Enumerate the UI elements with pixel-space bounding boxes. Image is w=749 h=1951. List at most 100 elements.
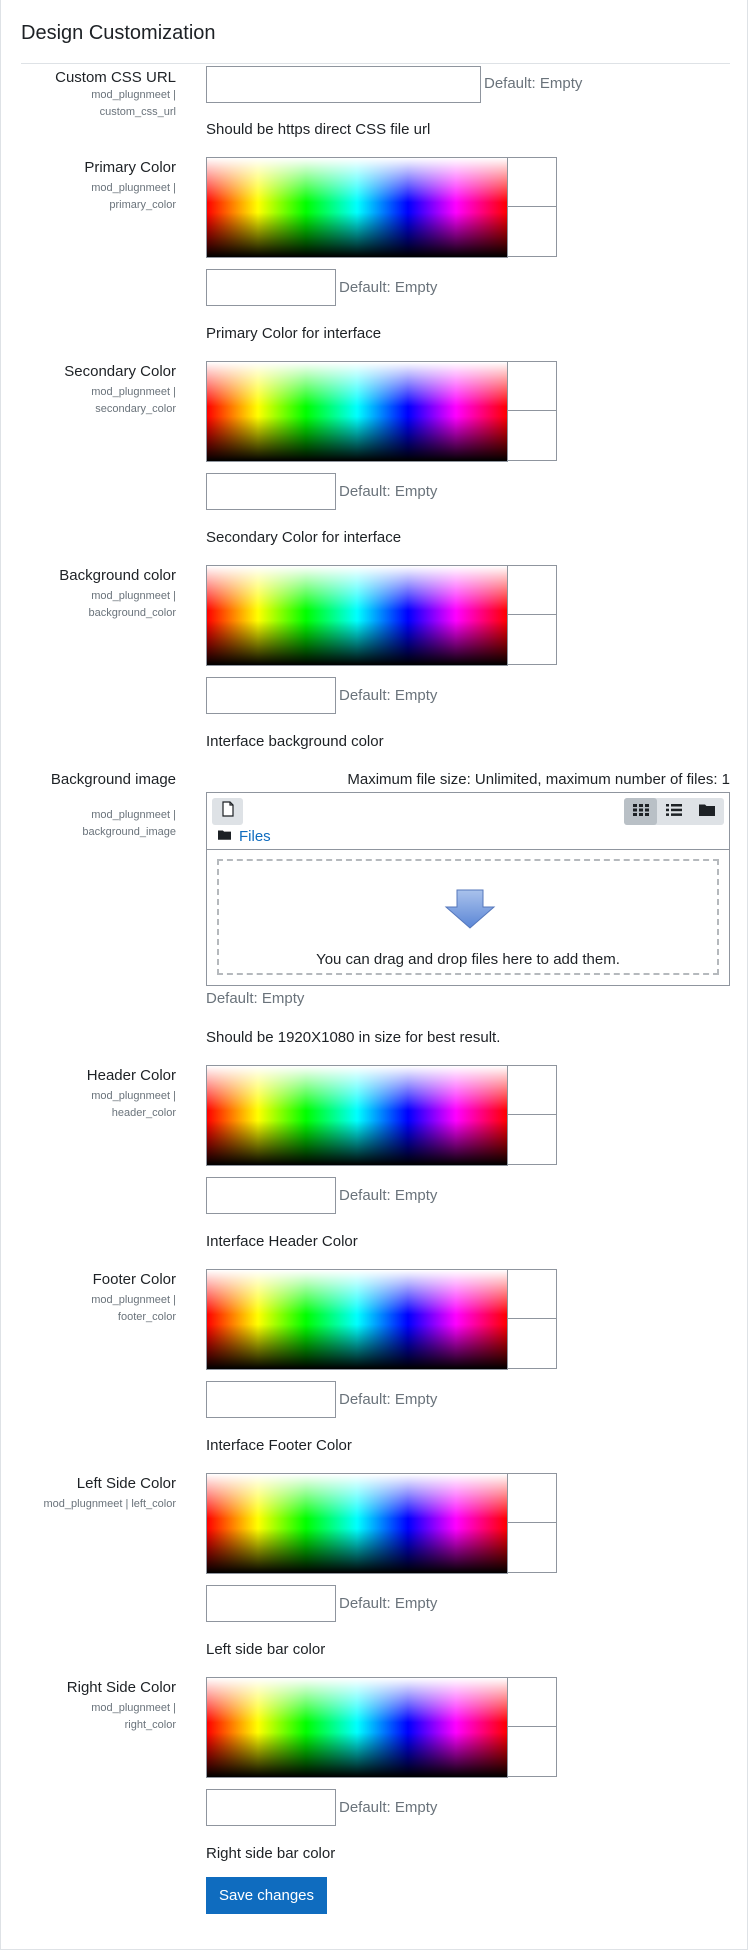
header-color-current — [507, 1115, 557, 1165]
footer-color-setting-plugin: mod_plugnmeet | — [91, 1294, 176, 1306]
custom-css-setting-key: custom_css_url — [99, 106, 176, 118]
primary-color-label: Primary Color — [84, 159, 176, 176]
secondary-color-description: Secondary Color for interface — [206, 529, 402, 546]
left-color-default: Default: Empty — [339, 1595, 438, 1612]
background-color-setting-key: background_color — [88, 607, 176, 619]
left-color-setting-key: mod_plugnmeet | left_color — [43, 1498, 177, 1510]
left-color-label: Left Side Color — [76, 1475, 176, 1492]
left-color-preview — [507, 1473, 557, 1523]
grid-view-button[interactable] — [624, 798, 657, 825]
footer-color-label: Footer Color — [92, 1271, 176, 1288]
right-color-default: Default: Empty — [339, 1799, 438, 1816]
header-color-setting-plugin: mod_plugnmeet | — [91, 1090, 176, 1102]
footer-color-setting-key: footer_color — [117, 1311, 176, 1323]
background-image-setting-plugin: mod_plugnmeet | — [91, 809, 176, 821]
header-color-description: Interface Header Color — [206, 1233, 358, 1250]
save-changes-button[interactable]: Save changes — [206, 1877, 327, 1914]
folder-icon — [698, 803, 715, 821]
header-color-setting-key: header_color — [111, 1107, 176, 1119]
footer-color-default: Default: Empty — [339, 1391, 438, 1408]
secondary-color-current — [507, 411, 557, 461]
folder-path: Files — [218, 827, 271, 845]
background-color-picker[interactable] — [206, 565, 508, 666]
color-spectrum[interactable] — [207, 158, 507, 257]
section-divider — [21, 63, 730, 64]
primary-color-input[interactable] — [206, 269, 336, 306]
background-color-description: Interface background color — [206, 733, 384, 750]
footer-color-current — [507, 1319, 557, 1369]
list-view-button[interactable] — [657, 798, 690, 825]
color-spectrum[interactable] — [207, 566, 507, 665]
right-color-input[interactable] — [206, 1789, 336, 1826]
background-image-default: Default: Empty — [206, 990, 305, 1007]
secondary-color-input[interactable] — [206, 473, 336, 510]
background-color-label: Background color — [59, 567, 176, 584]
color-spectrum[interactable] — [207, 362, 507, 461]
file-manager-toolbar: Files — [207, 793, 729, 850]
primary-color-preview — [507, 157, 557, 207]
background-color-preview — [507, 565, 557, 615]
list-icon — [665, 803, 682, 821]
section-title: Design Customization — [21, 22, 216, 44]
file-icon — [221, 801, 235, 822]
file-limits: Maximum file size: Unlimited, maximum nu… — [347, 771, 730, 788]
left-color-input[interactable] — [206, 1585, 336, 1622]
color-spectrum[interactable] — [207, 1270, 507, 1369]
custom-css-setting-plugin: mod_plugnmeet | — [91, 89, 176, 101]
custom-css-url-input[interactable] — [206, 66, 481, 103]
color-spectrum[interactable] — [207, 1066, 507, 1165]
secondary-color-setting-plugin: mod_plugnmeet | — [91, 386, 176, 398]
right-color-preview — [507, 1677, 557, 1727]
primary-color-current — [507, 207, 557, 257]
secondary-color-picker[interactable] — [206, 361, 508, 462]
custom-css-default: Default: Empty — [484, 75, 583, 92]
right-color-setting-plugin: mod_plugnmeet | — [91, 1702, 176, 1714]
right-color-picker[interactable] — [206, 1677, 508, 1778]
background-image-label: Background image — [50, 771, 176, 788]
background-color-default: Default: Empty — [339, 687, 438, 704]
left-color-picker[interactable] — [206, 1473, 508, 1574]
custom-css-label: Custom CSS URL — [55, 69, 176, 86]
color-spectrum[interactable] — [207, 1678, 507, 1777]
right-color-label: Right Side Color — [66, 1679, 176, 1696]
color-spectrum[interactable] — [207, 1474, 507, 1573]
add-file-button[interactable] — [212, 798, 243, 825]
background-image-setting-key: background_image — [82, 826, 176, 838]
footer-color-preview — [507, 1269, 557, 1319]
header-color-label: Header Color — [86, 1067, 176, 1084]
header-color-picker[interactable] — [206, 1065, 508, 1166]
left-color-current — [507, 1523, 557, 1573]
primary-color-picker[interactable] — [206, 157, 508, 258]
secondary-color-default: Default: Empty — [339, 483, 438, 500]
header-color-default: Default: Empty — [339, 1187, 438, 1204]
footer-color-input[interactable] — [206, 1381, 336, 1418]
primary-color-description: Primary Color for interface — [206, 325, 382, 342]
footer-color-picker[interactable] — [206, 1269, 508, 1370]
primary-color-setting-plugin: mod_plugnmeet | — [91, 182, 176, 194]
footer-color-description: Interface Footer Color — [206, 1437, 352, 1454]
background-color-current — [507, 615, 557, 665]
drop-arrow-icon — [444, 889, 496, 934]
file-drop-zone[interactable]: You can drag and drop files here to add … — [217, 859, 719, 975]
view-switcher — [624, 798, 724, 825]
tree-view-button[interactable] — [690, 798, 723, 825]
right-color-description: Right side bar color — [206, 1845, 336, 1862]
folder-icon — [218, 827, 231, 845]
header-color-input[interactable] — [206, 1177, 336, 1214]
drop-instructions: You can drag and drop files here to add … — [316, 951, 620, 968]
right-color-setting-key: right_color — [124, 1719, 176, 1731]
left-color-description: Left side bar color — [206, 1641, 326, 1658]
background-image-description: Should be 1920X1080 in size for best res… — [206, 1029, 501, 1046]
file-manager: Files You can drag and drop files here t… — [206, 792, 730, 986]
header-color-preview — [507, 1065, 557, 1115]
custom-css-description: Should be https direct CSS file url — [206, 121, 431, 138]
secondary-color-label: Secondary Color — [64, 363, 176, 380]
secondary-color-setting-key: secondary_color — [95, 403, 176, 415]
right-color-current — [507, 1727, 557, 1777]
primary-color-setting-key: primary_color — [109, 199, 176, 211]
background-color-setting-plugin: mod_plugnmeet | — [91, 590, 176, 602]
background-color-input[interactable] — [206, 677, 336, 714]
grid-icon — [632, 803, 649, 821]
files-folder-link[interactable]: Files — [239, 828, 271, 845]
secondary-color-preview — [507, 361, 557, 411]
